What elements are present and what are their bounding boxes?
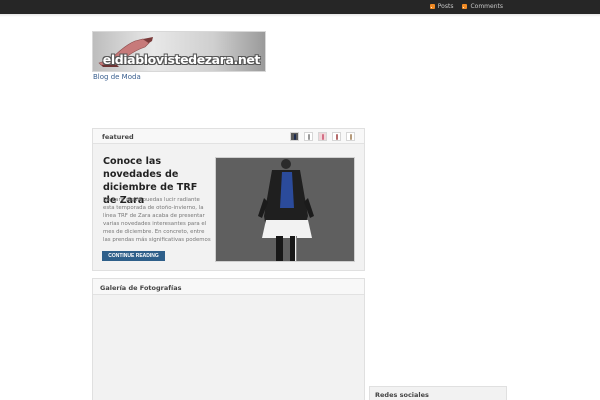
featured-thumb-3[interactable] (318, 132, 327, 141)
featured-thumb-4[interactable] (332, 132, 341, 141)
featured-thumb-2[interactable] (304, 132, 313, 141)
rss-icon (429, 4, 435, 9)
featured-header: featured (93, 129, 364, 144)
featured-post-image[interactable] (215, 157, 355, 262)
rss-icon (462, 4, 468, 9)
featured-thumbnails (290, 132, 355, 141)
gallery-header: Galería de Fotografías (93, 279, 364, 295)
featured-post-excerpt: De cara a que puedas lucir radiante esta… (103, 197, 211, 243)
posts-feed-label: Posts (437, 3, 454, 10)
top-bar-shadow (0, 14, 600, 17)
logo-text: eldiablovistedezara.net (102, 52, 261, 67)
featured-thumb-1[interactable] (290, 132, 299, 141)
top-bar: Posts Comments (0, 0, 600, 14)
gallery-title: Galería de Fotografías (100, 284, 182, 292)
photo-gallery-section: Galería de Fotografías (92, 278, 365, 400)
social-widget: Redes sociales (369, 386, 507, 400)
featured-title: featured (102, 133, 134, 141)
site-logo[interactable]: eldiablovistedezara.net (92, 31, 266, 72)
site-tagline: Blog de Moda (93, 73, 141, 81)
featured-section: featured Conoce las novedades de diciemb… (92, 128, 365, 271)
posts-feed-link[interactable]: Posts (429, 3, 454, 10)
social-widget-title: Redes sociales (375, 391, 429, 399)
feed-links: Posts Comments (429, 3, 503, 10)
featured-thumb-5[interactable] (346, 132, 355, 141)
comments-feed-link[interactable]: Comments (462, 3, 503, 10)
comments-feed-label: Comments (470, 3, 503, 10)
model-photo-icon (216, 158, 354, 261)
continue-reading-button[interactable]: CONTINUE READING (102, 251, 165, 261)
